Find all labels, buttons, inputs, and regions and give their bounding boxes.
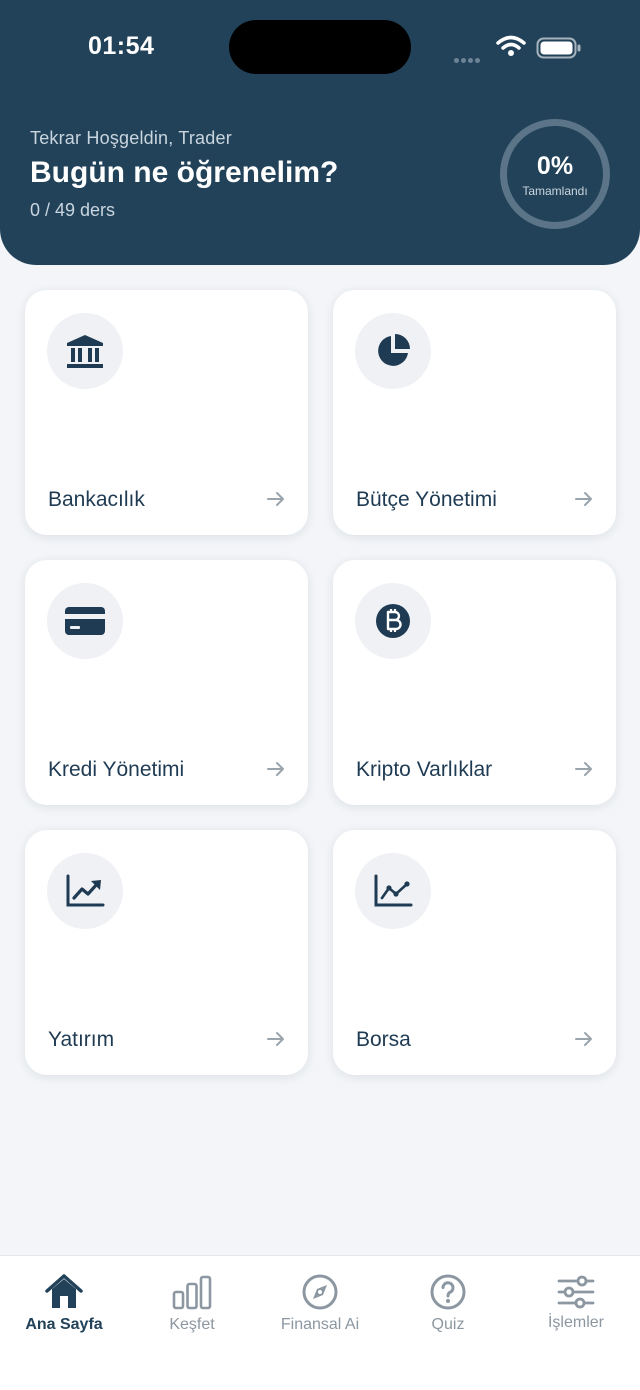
arrow-right-icon bbox=[267, 762, 284, 776]
bar-chart-icon bbox=[172, 1275, 212, 1310]
wifi-icon bbox=[496, 35, 526, 56]
icon-circle bbox=[47, 853, 123, 929]
header: 01:54 Tekrar Hoşgeldin, Trader Bugün ne … bbox=[0, 0, 640, 265]
category-card-borsa[interactable]: Borsa bbox=[333, 830, 616, 1075]
credit-card-icon bbox=[65, 607, 105, 635]
compass-icon bbox=[302, 1274, 338, 1310]
signal-icon bbox=[454, 50, 482, 68]
question-icon bbox=[430, 1274, 466, 1310]
icon-circle bbox=[47, 313, 123, 389]
progress-value: 0% bbox=[536, 152, 574, 180]
category-card-kripto-varliklar[interactable]: Kripto Varlıklar bbox=[333, 560, 616, 805]
status-time: 01:54 bbox=[88, 32, 155, 60]
category-label: Yatırım bbox=[48, 1028, 115, 1051]
tab-quiz[interactable]: Quiz bbox=[384, 1256, 512, 1356]
icon-circle bbox=[355, 853, 431, 929]
bank-icon bbox=[67, 335, 103, 368]
tab-label: İşlemler bbox=[547, 1314, 604, 1331]
bottom-tab-bar: Ana Sayfa Keşfet Finansal Ai Quiz İşleml… bbox=[0, 1255, 640, 1390]
category-card-kredi-yonetimi[interactable]: Kredi Yönetimi bbox=[25, 560, 308, 805]
arrow-right-icon bbox=[575, 1032, 592, 1046]
icon-circle bbox=[355, 313, 431, 389]
dynamic-island bbox=[229, 20, 411, 74]
progress-ring: 0% Tamamlandı bbox=[500, 119, 610, 229]
arrow-right-icon bbox=[267, 492, 284, 506]
tab-label: Quiz bbox=[431, 1316, 465, 1333]
tab-label: Finansal Ai bbox=[280, 1316, 360, 1333]
arrow-right-icon bbox=[575, 762, 592, 776]
category-card-butce-yonetimi[interactable]: Bütçe Yönetimi bbox=[333, 290, 616, 535]
icon-circle bbox=[355, 583, 431, 659]
line-chart-icon bbox=[374, 874, 413, 907]
greeting-text: Tekrar Hoşgeldin, Trader bbox=[30, 128, 232, 148]
tab-label: Keşfet bbox=[169, 1316, 215, 1333]
bitcoin-icon bbox=[376, 604, 410, 638]
sliders-icon bbox=[557, 1275, 595, 1309]
trending-up-icon bbox=[66, 874, 105, 907]
category-card-bankacilik[interactable]: Bankacılık bbox=[25, 290, 308, 535]
category-label: Kripto Varlıklar bbox=[356, 758, 493, 781]
category-card-yatirim[interactable]: Yatırım bbox=[25, 830, 308, 1075]
progress-label: Tamamlandı bbox=[522, 184, 588, 198]
arrow-right-icon bbox=[575, 492, 592, 506]
arrow-right-icon bbox=[267, 1032, 284, 1046]
category-label: Borsa bbox=[356, 1028, 411, 1051]
page-title: Bugün ne öğrenelim? bbox=[30, 156, 339, 189]
category-label: Kredi Yönetimi bbox=[48, 758, 185, 781]
tab-finansal-ai[interactable]: Finansal Ai bbox=[256, 1256, 384, 1356]
home-icon bbox=[45, 1274, 83, 1308]
tab-kesfet[interactable]: Keşfet bbox=[128, 1256, 256, 1356]
tab-label: Ana Sayfa bbox=[25, 1316, 103, 1333]
status-bar: 01:54 bbox=[0, 0, 640, 95]
category-label: Bütçe Yönetimi bbox=[356, 488, 497, 511]
lesson-count: 0 / 49 ders bbox=[30, 200, 116, 220]
battery-icon bbox=[536, 37, 581, 59]
pie-chart-icon bbox=[378, 334, 410, 366]
tab-ana-sayfa[interactable]: Ana Sayfa bbox=[0, 1256, 128, 1356]
tab-islemler[interactable]: İşlemler bbox=[512, 1256, 640, 1356]
icon-circle bbox=[47, 583, 123, 659]
category-label: Bankacılık bbox=[48, 488, 145, 511]
